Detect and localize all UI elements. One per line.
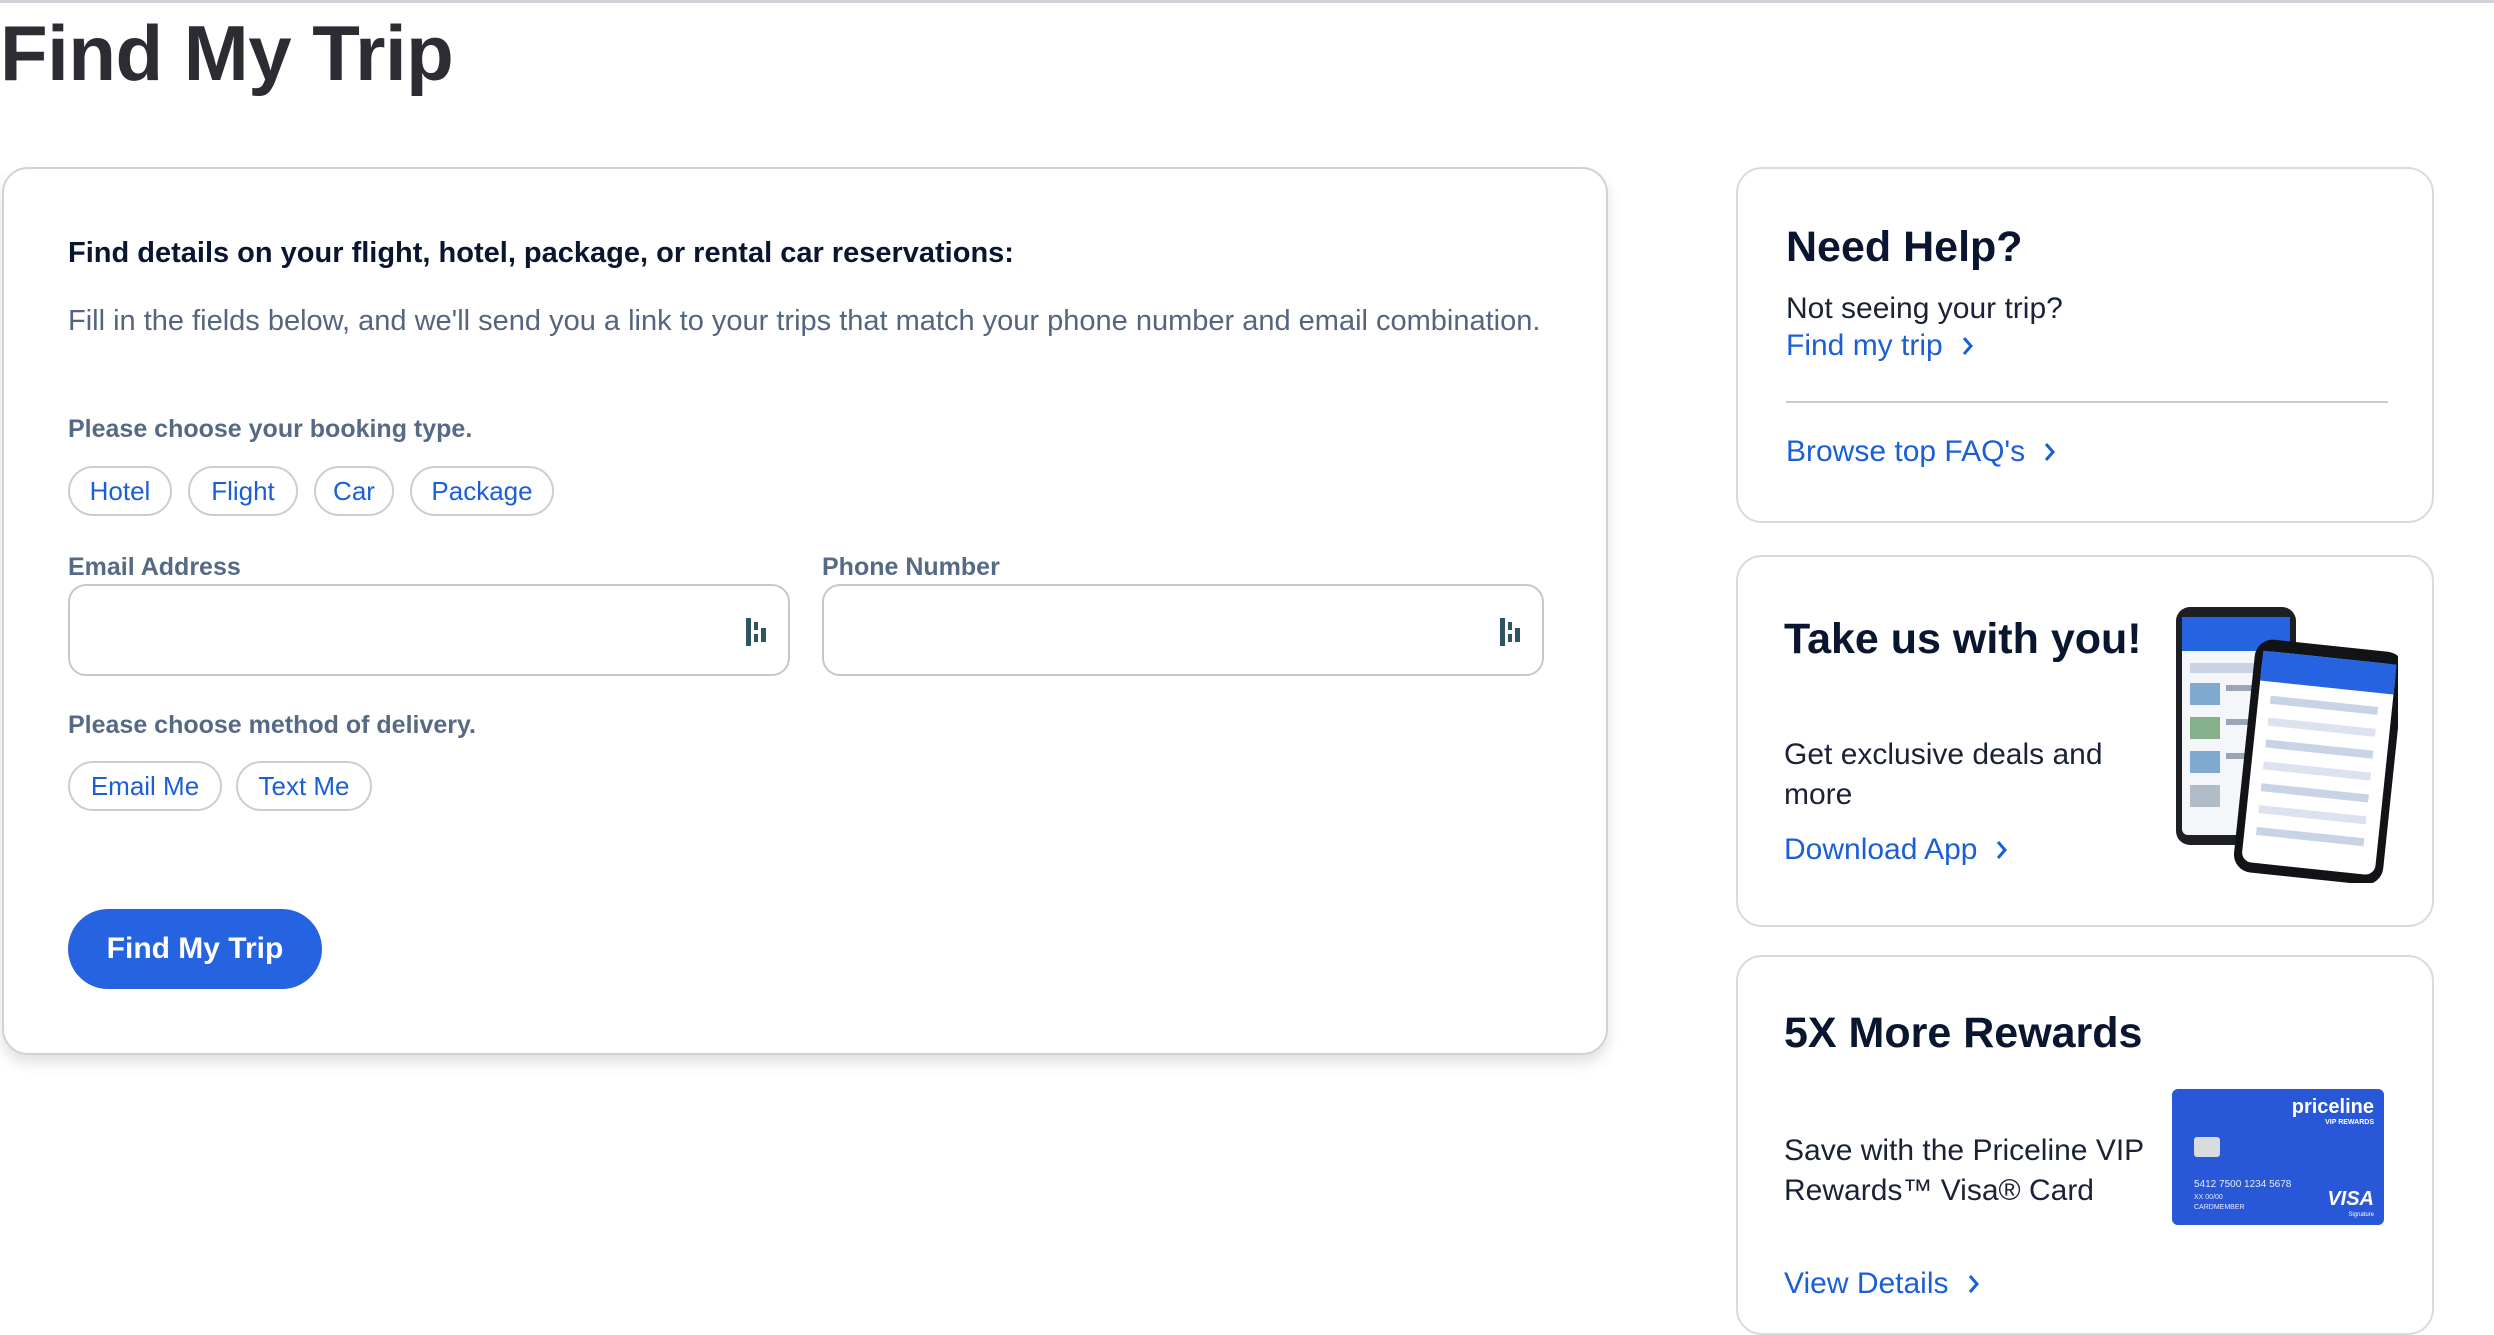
booking-type-flight[interactable]: Flight [188,466,298,516]
rewards-title: 5X More Rewards [1784,1009,2143,1057]
phone-label: Phone Number [822,553,1000,581]
card-tier-text: VIP REWARDS [2325,1119,2374,1126]
booking-type-label: Please choose your booking type. [68,415,473,443]
email-label: Email Address [68,553,241,581]
phone-input[interactable] [844,606,1468,658]
autofill-key-icon[interactable] [1498,616,1522,648]
need-help-title: Need Help? [1786,223,2023,271]
form-heading: Find details on your flight, hotel, pack… [68,237,1014,269]
email-field-container [68,584,790,676]
rewards-card: 5X More Rewards Save with the Priceline … [1736,955,2434,1335]
divider [1786,401,2388,403]
email-input[interactable] [90,606,714,658]
delivery-email-me[interactable]: Email Me [68,761,222,811]
card-number-text: 5412 7500 1234 5678 [2194,1179,2292,1190]
booking-type-hotel[interactable]: Hotel [68,466,172,516]
booking-type-car[interactable]: Car [314,466,394,516]
card-brand-text: priceline [2292,1096,2374,1118]
app-promo-title: Take us with you! [1784,615,2142,663]
form-description: Fill in the fields below, and we'll send… [68,305,1541,337]
top-border [0,0,2494,3]
download-app-link-label: Download App [1784,833,1978,866]
need-help-text: Not seeing your trip? [1786,292,2063,325]
delivery-method-label: Please choose method of delivery. [68,711,477,739]
find-my-trip-button[interactable]: Find My Trip [68,909,322,989]
card-network-text: VISA [2327,1188,2374,1210]
chevron-right-icon [1968,1275,1979,1293]
card-network-sub-text: Signature [2348,1212,2374,1218]
app-promo-card: Take us with you! Get exclusive deals an… [1736,555,2434,927]
chevron-right-icon [2045,443,2056,461]
phone-app-image [2176,607,2398,883]
page-title: Find My Trip [0,9,454,97]
view-details-link-label: View Details [1784,1267,1949,1300]
download-app-link[interactable]: Download App [1784,833,2009,867]
chevron-right-icon [1962,337,1973,355]
need-help-card: Need Help? Not seeing your trip? Find my… [1736,167,2434,523]
find-my-trip-link-label: Find my trip [1786,329,1943,362]
find-trip-form-card: Find details on your flight, hotel, pack… [2,167,1608,1055]
booking-type-package[interactable]: Package [410,466,554,516]
find-my-trip-link[interactable]: Find my trip [1786,329,1975,363]
chevron-right-icon [1997,841,2008,859]
autofill-key-icon[interactable] [744,616,768,648]
delivery-text-me[interactable]: Text Me [236,761,372,811]
app-promo-text: Get exclusive deals and more [1784,738,2103,811]
card-holder-text: CARDMEMBER [2194,1204,2245,1211]
card-exp-text: XX 00/00 [2194,1194,2223,1201]
browse-faqs-link[interactable]: Browse top FAQ's [1786,435,2057,469]
credit-card-image: priceline VIP REWARDS 5412 7500 1234 567… [2172,1089,2384,1225]
view-details-link[interactable]: View Details [1784,1267,1981,1301]
browse-faqs-link-label: Browse top FAQ's [1786,435,2026,468]
rewards-text: Save with the Priceline VIP Rewards™ Vis… [1784,1134,2144,1207]
phone-field-container [822,584,1544,676]
